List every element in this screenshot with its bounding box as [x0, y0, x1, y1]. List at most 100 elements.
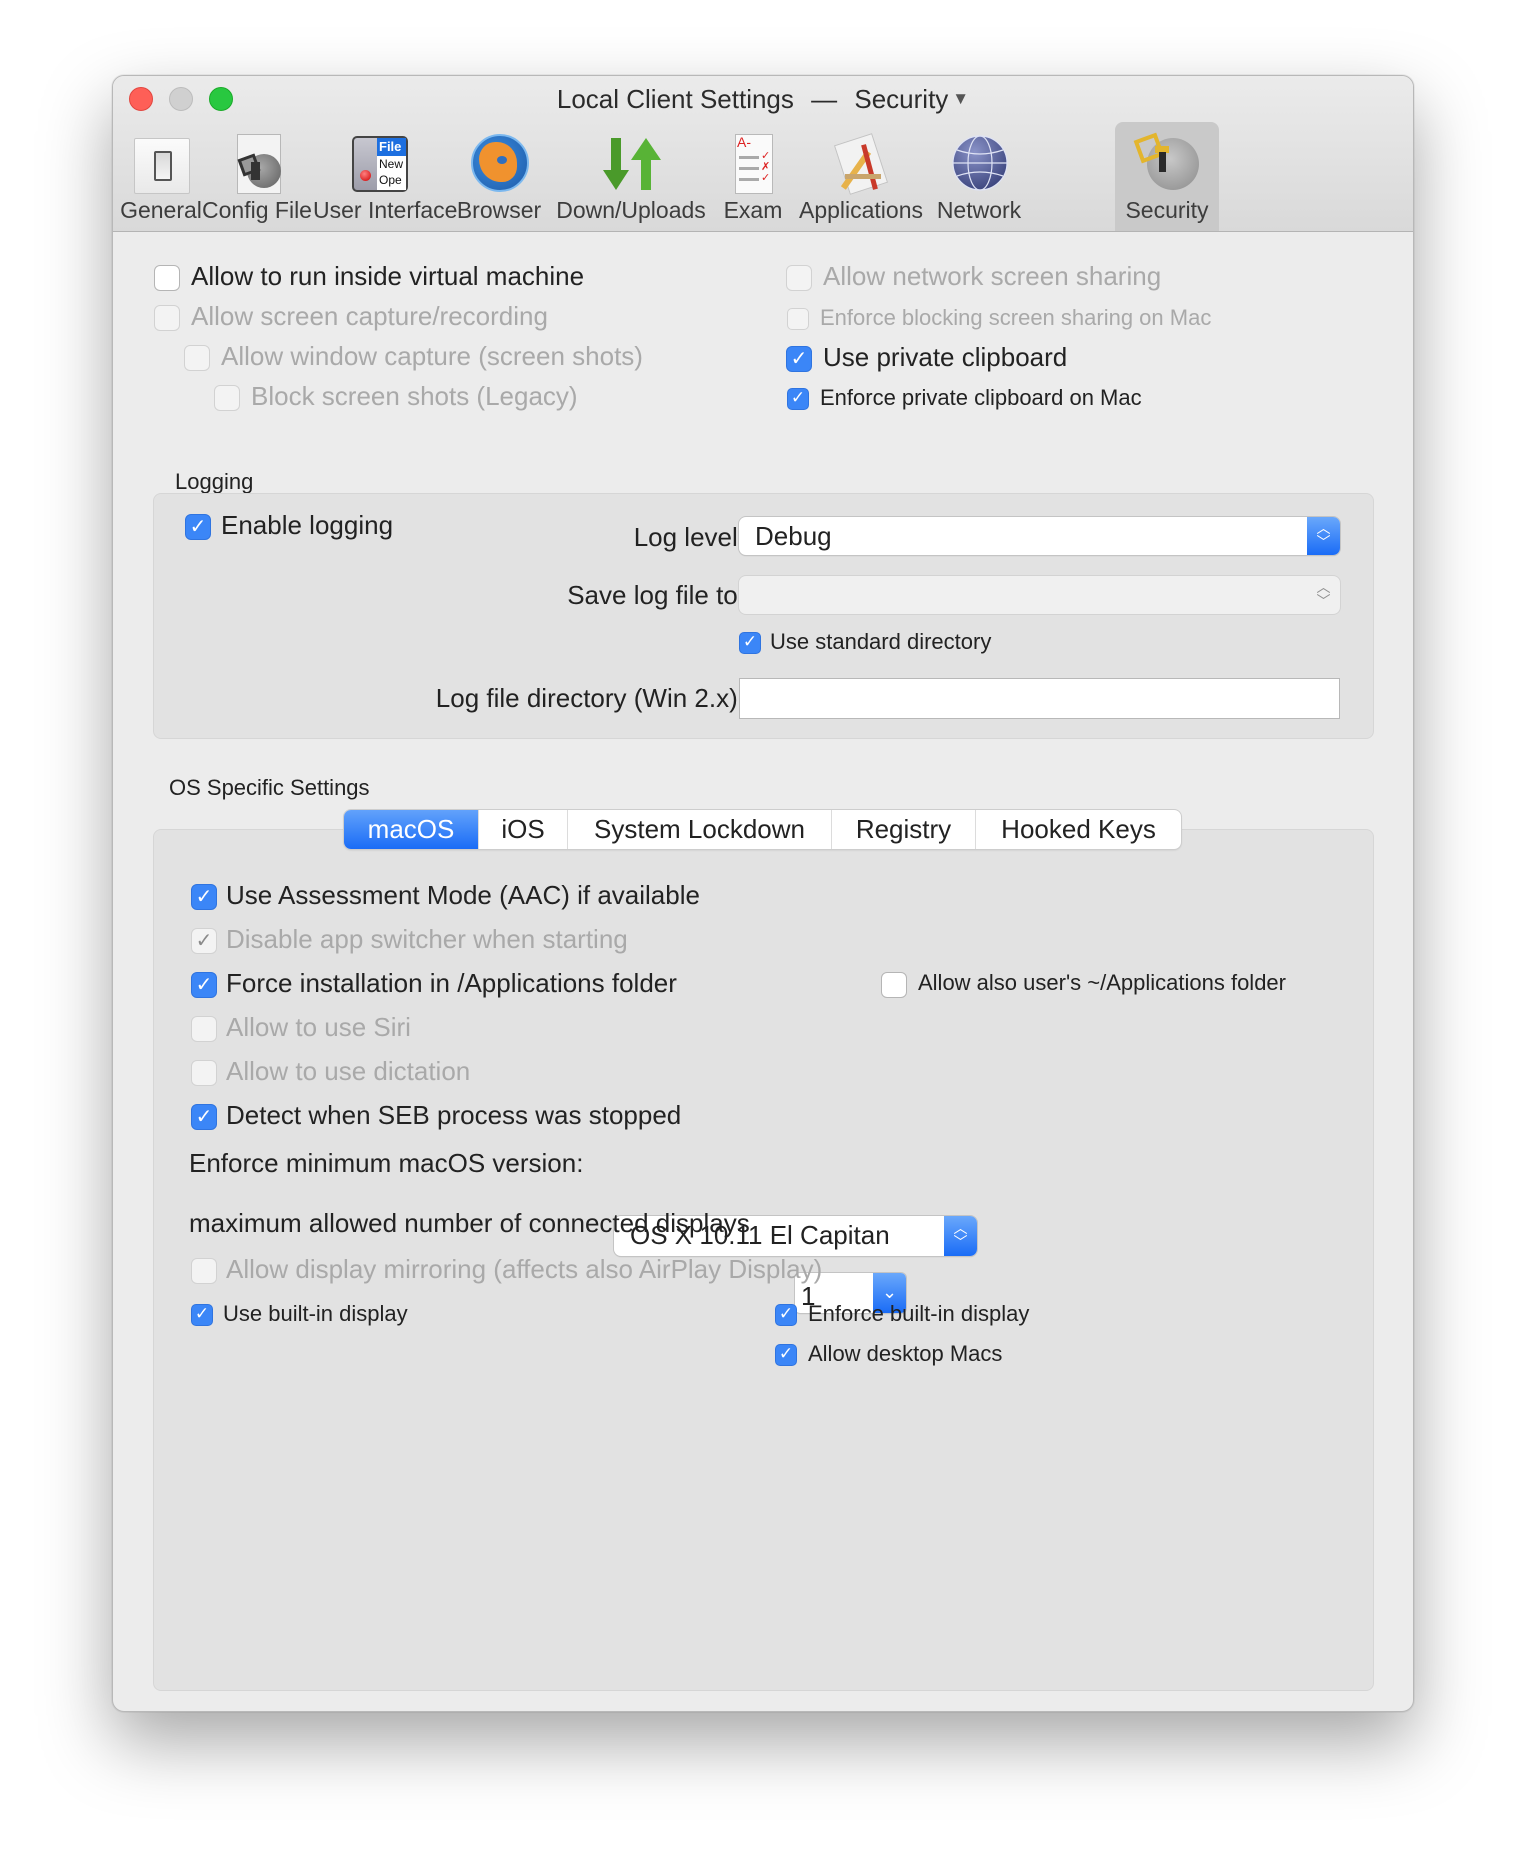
ui-icon-new-text: New — [379, 157, 404, 171]
block-screenshots-label: Block screen shots (Legacy) — [251, 381, 578, 411]
toolbar-item-general[interactable]: General — [113, 122, 213, 231]
config-file-icon — [227, 134, 287, 194]
allow-window-capture-checkbox[interactable] — [184, 345, 210, 371]
use-standard-directory-label: Use standard directory — [770, 629, 992, 654]
browser-globe-icon — [469, 134, 529, 194]
logging-group: Enable logging Log level: Debug ︿﹀ Save … — [153, 493, 1374, 739]
use-standard-directory-checkbox[interactable] — [739, 632, 761, 654]
down-up-arrows-icon — [601, 134, 661, 194]
disable-app-switcher-label: Disable app switcher when starting — [226, 924, 628, 954]
toolbar-item-security[interactable]: Security — [1115, 122, 1219, 231]
up-down-chevron-icon: ︿ ﹀ — [944, 1216, 977, 1256]
use-private-clipboard-checkbox[interactable] — [786, 346, 812, 372]
enforce-blocking-sharing-label: Enforce blocking screen sharing on Mac — [820, 305, 1212, 330]
tab-ios[interactable]: iOS — [479, 810, 568, 849]
switch-icon — [131, 134, 191, 194]
toolbar-item-network[interactable]: Network — [927, 122, 1031, 231]
os-tabs: macOS iOS System Lockdown Registry Hooke… — [344, 810, 1181, 849]
enforce-builtin-display-checkbox[interactable] — [775, 1304, 797, 1326]
toolbar-item-down-uploads[interactable]: Down/Uploads — [551, 122, 711, 231]
exam-grade-text: A- — [737, 134, 751, 150]
allow-desktop-macs-checkbox[interactable] — [775, 1344, 797, 1366]
assessment-mode-checkbox[interactable] — [191, 884, 217, 910]
min-macos-version-label: Enforce minimum macOS version: — [189, 1148, 584, 1178]
force-installation-label: Force installation in /Applications fold… — [226, 968, 677, 998]
display-mirroring-checkbox[interactable] — [191, 1258, 217, 1284]
enforce-builtin-display-label: Enforce built-in display — [808, 1301, 1030, 1326]
toolbar-label: Browser — [456, 197, 542, 223]
allow-screen-capture-label: Allow screen capture/recording — [191, 301, 548, 331]
toolbar-item-browser[interactable]: Browser — [447, 122, 551, 231]
title-separator: — — [811, 84, 838, 114]
win-log-dir-field[interactable] — [739, 678, 1340, 719]
use-builtin-display-label: Use built-in display — [223, 1301, 408, 1326]
allow-screen-capture-checkbox[interactable] — [154, 305, 180, 331]
allow-siri-checkbox[interactable] — [191, 1016, 217, 1042]
use-private-clipboard-label: Use private clipboard — [823, 342, 1068, 372]
enable-logging-label: Enable logging — [221, 510, 394, 540]
allow-network-sharing-label: Allow network screen sharing — [823, 261, 1162, 291]
ui-icon-file-text: File — [377, 138, 406, 156]
toolbar-item-user-interface[interactable]: File New Ope User Interface — [313, 122, 458, 231]
allow-desktop-macs-label: Allow desktop Macs — [808, 1341, 1003, 1366]
tab-hooked-keys[interactable]: Hooked Keys — [976, 810, 1181, 849]
toolbar-label: Network — [936, 197, 1022, 223]
toolbar-label: Exam — [723, 197, 783, 223]
allow-vm-checkbox[interactable] — [154, 265, 180, 291]
disable-app-switcher-checkbox[interactable] — [191, 928, 217, 954]
applications-icon — [831, 133, 891, 195]
up-down-chevron-icon: ︿ ﹀ — [1307, 517, 1340, 555]
title-subtitle: Security — [854, 84, 949, 114]
enforce-private-clipboard-checkbox[interactable] — [787, 388, 809, 410]
os-specific-group-label: OS Specific Settings — [169, 775, 370, 800]
up-down-chevron-icon: ︿ ﹀ — [1316, 579, 1331, 609]
title-text: Local Client Settings — [556, 84, 794, 114]
display-mirroring-label: Allow display mirroring (affects also Ai… — [226, 1254, 823, 1284]
allow-dictation-label: Allow to use dictation — [226, 1056, 471, 1086]
use-builtin-display-checkbox[interactable] — [191, 1304, 213, 1326]
save-log-label: Save log file to: — [567, 580, 745, 610]
max-displays-label: maximum allowed number of connected disp… — [189, 1208, 750, 1238]
block-screenshots-checkbox[interactable] — [214, 385, 240, 411]
enable-logging-checkbox[interactable] — [185, 514, 211, 540]
tab-system-lockdown[interactable]: System Lockdown — [568, 810, 832, 849]
toolbar-label: Config File — [202, 197, 312, 223]
toolbar-label: Applications — [798, 197, 924, 223]
tab-macos[interactable]: macOS — [344, 810, 479, 849]
allow-siri-label: Allow to use Siri — [226, 1012, 411, 1042]
toolbar-item-config-file[interactable]: Config File — [201, 122, 313, 231]
allow-window-capture-label: Allow window capture (screen shots) — [221, 341, 643, 371]
force-installation-checkbox[interactable] — [191, 972, 217, 998]
allow-network-sharing-checkbox[interactable] — [786, 265, 812, 291]
window-title[interactable]: Local Client Settings — Security ▼ — [113, 84, 1413, 115]
toolbar-label: Security — [1125, 197, 1209, 223]
log-level-popup[interactable]: Debug ︿ ﹀ — [739, 517, 1340, 555]
toolbar-item-exam[interactable]: A- ✓ ✗ ✓ Exam — [711, 122, 795, 231]
enforce-private-clipboard-label: Enforce private clipboard on Mac — [820, 385, 1142, 410]
toolbar-label: User Interface — [313, 197, 458, 223]
allow-dictation-checkbox[interactable] — [191, 1060, 217, 1086]
title-toolbar: Local Client Settings — Security ▼ Genera… — [113, 76, 1413, 232]
exam-sheet-icon: A- ✓ ✗ ✓ — [723, 134, 783, 194]
user-interface-icon: File New Ope — [350, 134, 410, 194]
save-log-popup[interactable]: ︿ ﹀ — [739, 576, 1340, 614]
network-globe-icon — [949, 134, 1009, 194]
detect-seb-stopped-checkbox[interactable] — [191, 1104, 217, 1130]
detect-seb-stopped-label: Detect when SEB process was stopped — [226, 1100, 682, 1130]
tab-registry[interactable]: Registry — [832, 810, 976, 849]
log-level-label: Log level: — [633, 522, 745, 552]
toolbar-label: General — [120, 197, 202, 223]
logging-group-label: Logging — [175, 469, 254, 494]
triangle-down-icon[interactable]: ▼ — [952, 89, 969, 108]
win-log-dir-label: Log file directory (Win 2.x): — [435, 683, 745, 713]
settings-window: Local Client Settings — Security ▼ Genera… — [112, 75, 1414, 1712]
assessment-mode-label: Use Assessment Mode (AAC) if available — [226, 880, 700, 910]
os-specific-group: Use Assessment Mode (AAC) if available D… — [153, 829, 1374, 1691]
security-key-icon — [1133, 132, 1199, 194]
log-level-value: Debug — [755, 521, 832, 551]
allow-vm-label: Allow to run inside virtual machine — [191, 261, 585, 291]
allow-user-applications-checkbox[interactable] — [881, 972, 907, 998]
toolbar-item-applications[interactable]: Applications — [795, 122, 927, 231]
ui-icon-open-text: Ope — [379, 173, 402, 187]
enforce-blocking-sharing-checkbox[interactable] — [787, 308, 809, 330]
